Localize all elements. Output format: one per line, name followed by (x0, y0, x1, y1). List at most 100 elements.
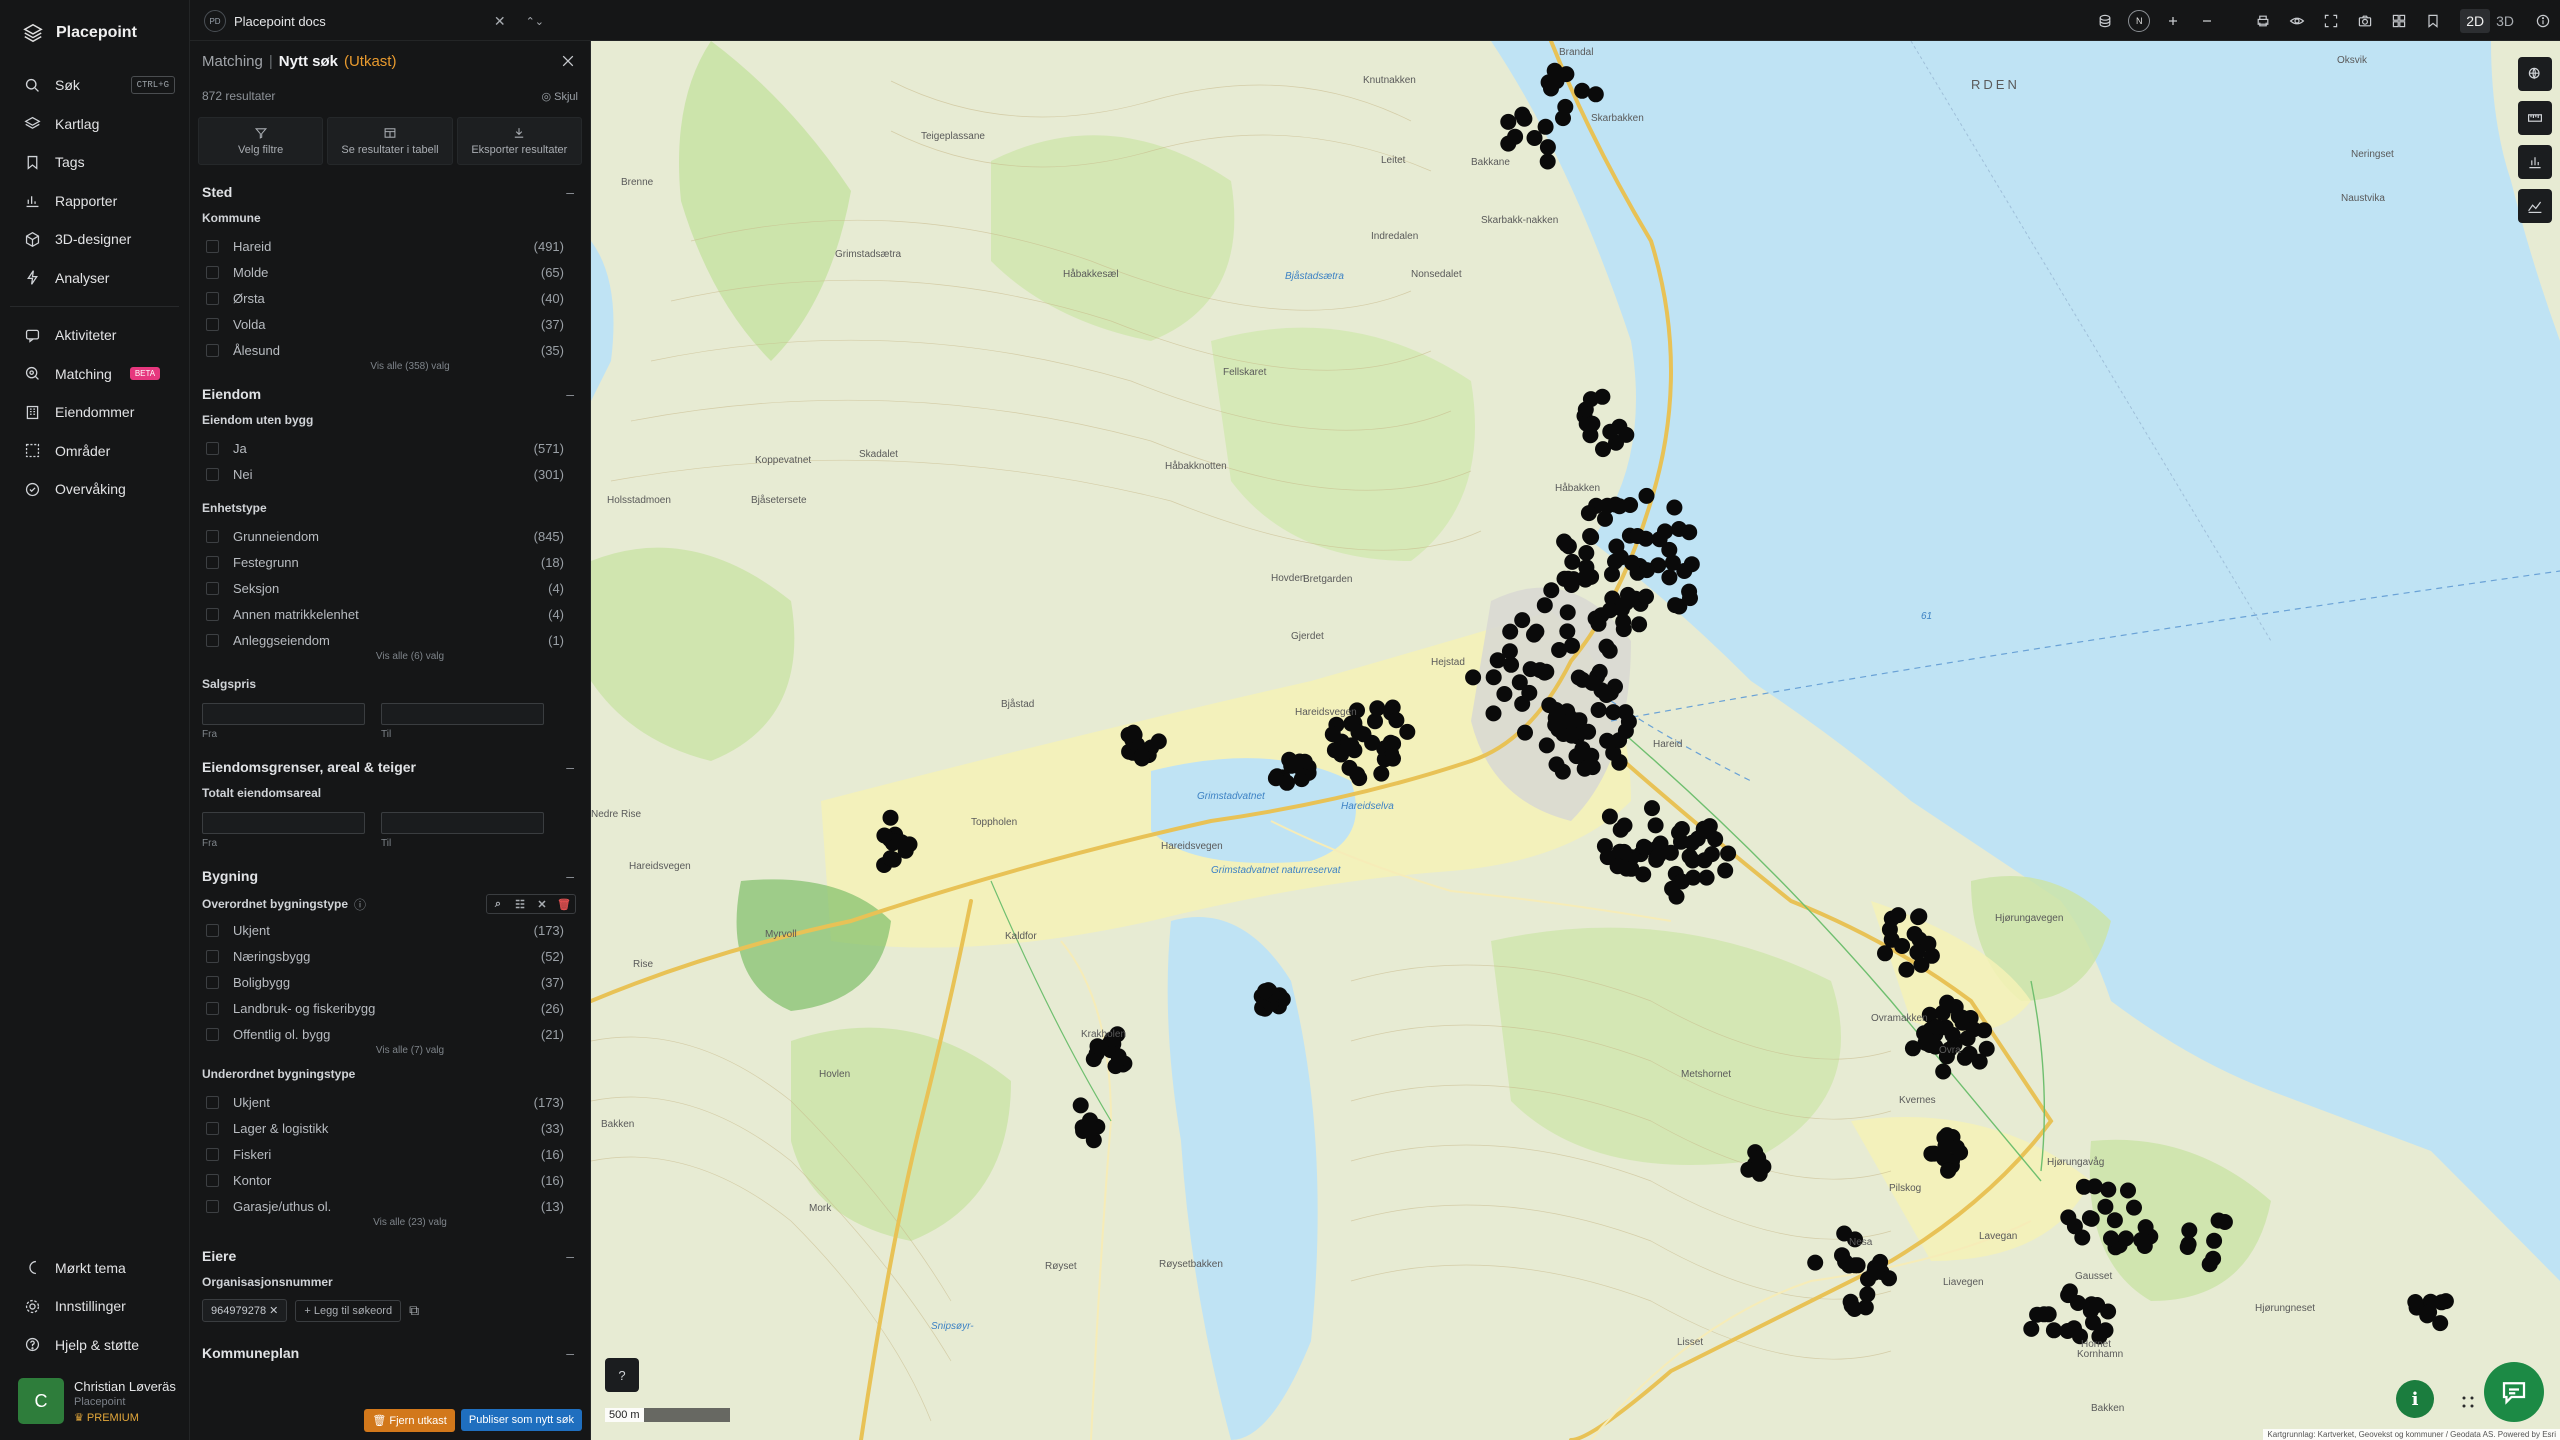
nav-item-overvaking[interactable]: Overvåking (0, 470, 189, 509)
result-marker[interactable] (1696, 852, 1713, 869)
nav-item-eiendommer[interactable]: Eiendommer (0, 393, 189, 432)
result-marker[interactable] (1257, 983, 1274, 1000)
result-marker[interactable] (1111, 1050, 1128, 1067)
result-marker[interactable] (1134, 748, 1150, 765)
chat-support-button[interactable] (2484, 1362, 2544, 1422)
filter-option[interactable]: Garasje/uthus ol. (13) (202, 1193, 578, 1219)
result-marker[interactable] (1935, 1063, 1952, 1080)
result-marker[interactable] (1859, 1286, 1876, 1303)
result-marker[interactable] (1590, 615, 1607, 632)
checkbox[interactable] (206, 239, 219, 253)
info-button[interactable] (2526, 0, 2560, 41)
result-marker[interactable] (2060, 1287, 2077, 1304)
checkbox[interactable] (206, 343, 219, 357)
result-marker[interactable] (2117, 1230, 2134, 1247)
checkbox[interactable] (206, 1173, 219, 1187)
result-marker[interactable] (1501, 643, 1518, 660)
show-all-link[interactable]: Vis alle (23) valg (202, 1217, 578, 1231)
result-marker[interactable] (1582, 391, 1599, 408)
result-marker[interactable] (1291, 753, 1308, 770)
filter-option[interactable]: Fiskeri (16) (202, 1141, 578, 1167)
result-marker[interactable] (1528, 623, 1545, 640)
remove-chip-icon[interactable]: ✕ (269, 1305, 278, 1317)
result-marker[interactable] (1612, 821, 1629, 838)
filter-option[interactable]: Grunneiendom (845) (202, 523, 578, 549)
result-marker[interactable] (1521, 684, 1538, 701)
result-marker[interactable] (1556, 533, 1573, 550)
checkbox[interactable] (206, 467, 219, 481)
result-marker[interactable] (1616, 843, 1633, 860)
result-marker[interactable] (1954, 1009, 1971, 1026)
checkbox[interactable] (206, 1147, 219, 1161)
result-marker[interactable] (1920, 935, 1937, 952)
result-marker[interactable] (1343, 715, 1360, 732)
nav-item-omrader[interactable]: Områder (0, 432, 189, 471)
result-marker[interactable] (1883, 931, 1900, 948)
result-marker[interactable] (1514, 612, 1531, 629)
result-marker[interactable] (1664, 880, 1681, 897)
remove-draft-button[interactable]: 🗑 Fjern utkast (364, 1408, 455, 1432)
result-marker[interactable] (1644, 800, 1660, 817)
result-marker[interactable] (1548, 702, 1565, 718)
nav-item-settings[interactable]: Innstillinger (0, 1287, 189, 1326)
result-marker[interactable] (1324, 726, 1341, 743)
result-marker[interactable] (1948, 1139, 1965, 1156)
result-marker[interactable] (1568, 748, 1585, 765)
result-marker[interactable] (2120, 1182, 2136, 1199)
result-marker[interactable] (2137, 1219, 2154, 1236)
result-marker[interactable] (2100, 1303, 2117, 1320)
result-marker[interactable] (1537, 118, 1554, 135)
result-marker[interactable] (1514, 106, 1531, 123)
nav-item-sok[interactable]: Søk CTRL+G (0, 66, 189, 105)
result-marker[interactable] (1584, 415, 1601, 432)
section-eiendom[interactable]: Eiendom – (202, 381, 578, 407)
result-marker[interactable] (1657, 523, 1673, 540)
result-marker[interactable] (1587, 86, 1604, 103)
result-marker[interactable] (1650, 847, 1667, 864)
result-marker[interactable] (1647, 817, 1664, 834)
checkbox[interactable] (206, 975, 219, 989)
map-info-button[interactable]: i (2396, 1380, 2434, 1418)
result-marker[interactable] (1465, 669, 1482, 686)
filter-option[interactable]: Annen matrikkelenhet (4) (202, 601, 578, 627)
result-marker[interactable] (1604, 566, 1620, 583)
result-marker[interactable] (1618, 594, 1635, 611)
result-marker[interactable] (1584, 674, 1601, 691)
result-marker[interactable] (1608, 538, 1625, 555)
checkbox[interactable] (206, 1199, 219, 1213)
result-marker[interactable] (1881, 1270, 1897, 1287)
visibility-button[interactable] (2280, 0, 2314, 41)
result-marker[interactable] (882, 850, 899, 867)
result-marker[interactable] (2106, 1212, 2123, 1229)
result-marker[interactable] (1611, 498, 1628, 515)
clear-project-icon[interactable]: ✕ (494, 13, 506, 30)
print-button[interactable] (2246, 0, 2280, 41)
result-marker[interactable] (876, 827, 893, 844)
result-marker[interactable] (1700, 823, 1717, 840)
result-marker[interactable] (1635, 866, 1652, 883)
filter-option[interactable]: Nei (301) (202, 461, 578, 487)
result-marker[interactable] (1671, 521, 1687, 537)
result-marker[interactable] (1555, 110, 1571, 127)
result-marker[interactable] (1125, 724, 1142, 741)
filter-option[interactable]: Molde (65) (202, 259, 578, 285)
result-marker[interactable] (1898, 961, 1915, 978)
result-marker[interactable] (1684, 834, 1701, 851)
collapse-icon[interactable]: – (566, 1248, 574, 1264)
result-marker[interactable] (1605, 704, 1622, 721)
filter-option[interactable]: Landbruk- og fiskeribygg (26) (202, 995, 578, 1021)
select-filters-button[interactable]: Velg filtre (198, 117, 324, 165)
result-marker[interactable] (1671, 598, 1688, 615)
section-eiendomsgrenser[interactable]: Eiendomsgrenser, areal & teiger – (202, 754, 578, 780)
result-marker[interactable] (1661, 569, 1678, 586)
result-marker[interactable] (1326, 742, 1343, 759)
result-marker[interactable] (1976, 1022, 1993, 1039)
map-tool-profile-button[interactable] (2518, 189, 2552, 223)
result-marker[interactable] (1583, 568, 1600, 585)
show-all-link[interactable]: Vis alle (7) valg (202, 1045, 578, 1059)
user-profile[interactable]: C Christian Løveräs Placepoint ♛ PREMIUM (18, 1378, 189, 1440)
nav-item-kartlag[interactable]: Kartlag (0, 105, 189, 144)
show-all-link[interactable]: Vis alle (6) valg (202, 651, 578, 665)
result-marker[interactable] (1279, 774, 1295, 791)
result-marker[interactable] (1666, 499, 1683, 516)
